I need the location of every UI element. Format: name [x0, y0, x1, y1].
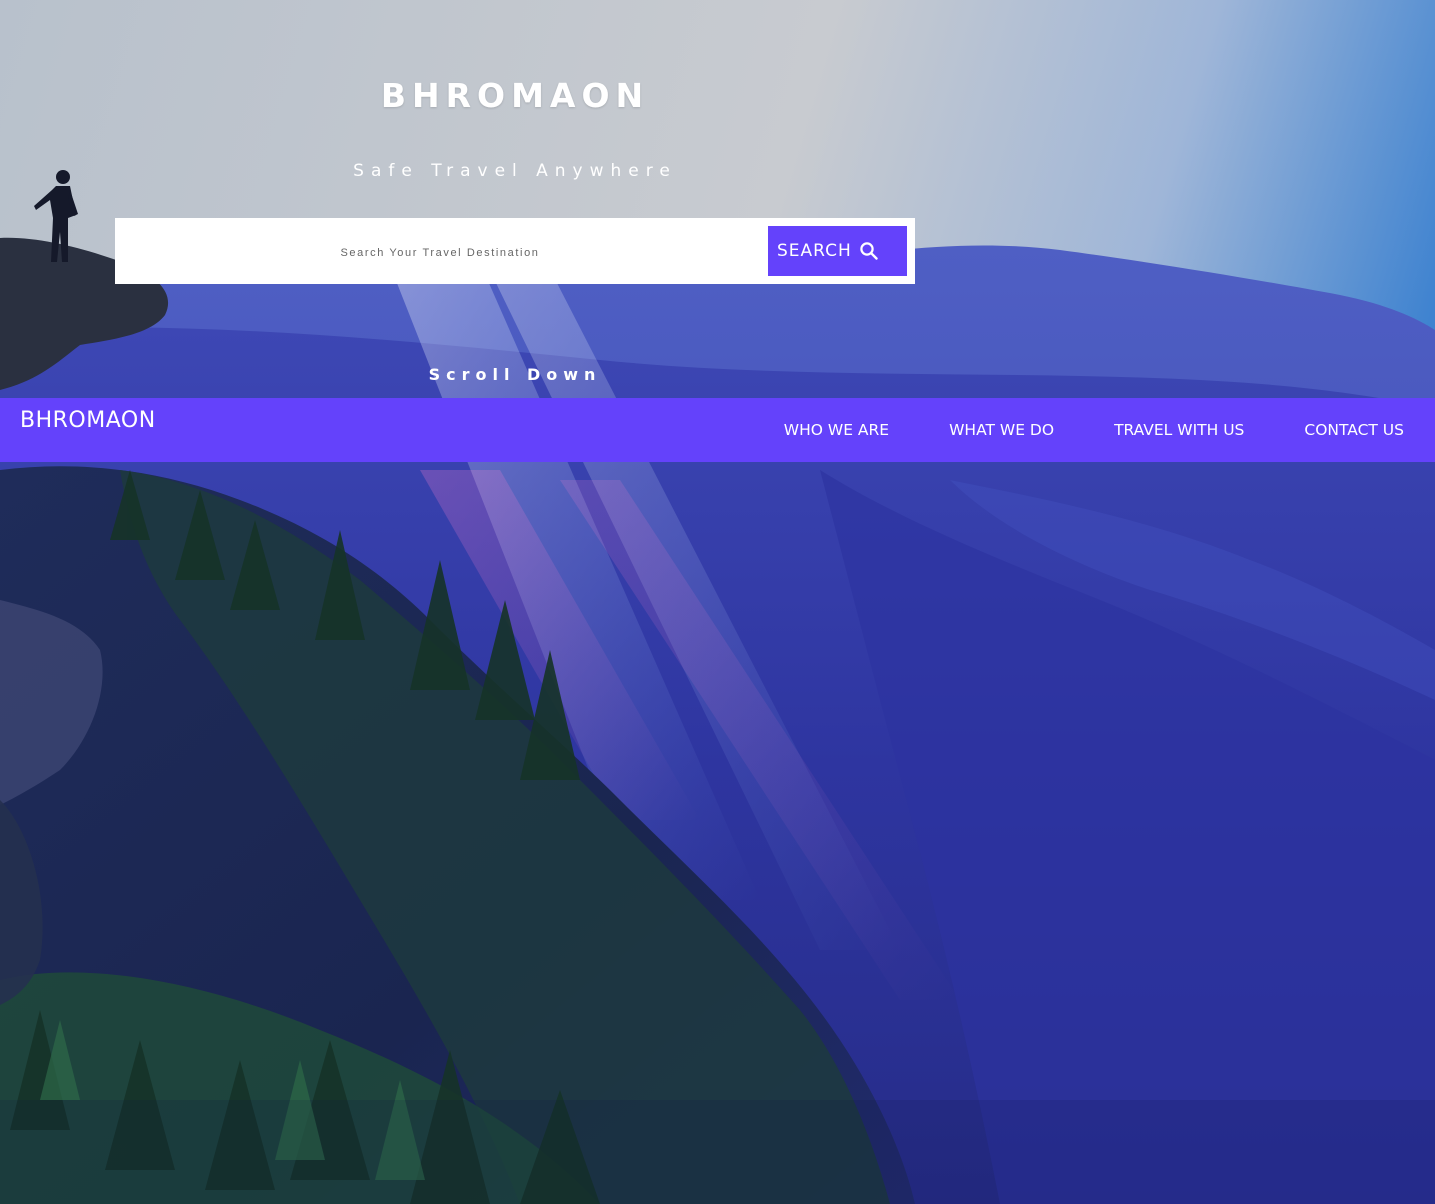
nav-link-what-we-do[interactable]: WHAT WE DO	[919, 421, 1084, 439]
search-input[interactable]	[115, 218, 765, 284]
scroll-down-link[interactable]: Scroll Down	[0, 365, 1030, 384]
search-form: SEARCH	[115, 218, 915, 284]
nav-link-travel-with-us[interactable]: TRAVEL WITH US	[1084, 421, 1274, 439]
main-navbar: BHROMAON WHO WE ARE WHAT WE DO TRAVEL WI…	[0, 398, 1435, 462]
search-icon	[859, 241, 879, 261]
page: BHROMAON Safe Travel Anywhere SEARCH Scr…	[0, 0, 1435, 1204]
brand-logo[interactable]: BHROMAON	[20, 408, 156, 433]
search-button[interactable]: SEARCH	[768, 226, 907, 276]
hero-title: BHROMAON	[380, 76, 650, 115]
hero-tagline: Safe Travel Anywhere	[353, 161, 677, 181]
nav-link-contact-us[interactable]: CONTACT US	[1274, 421, 1435, 439]
nav-link-who-we-are[interactable]: WHO WE ARE	[754, 421, 919, 439]
search-button-label: SEARCH	[777, 241, 852, 261]
nav-links: WHO WE ARE WHAT WE DO TRAVEL WITH US CON…	[754, 398, 1435, 462]
